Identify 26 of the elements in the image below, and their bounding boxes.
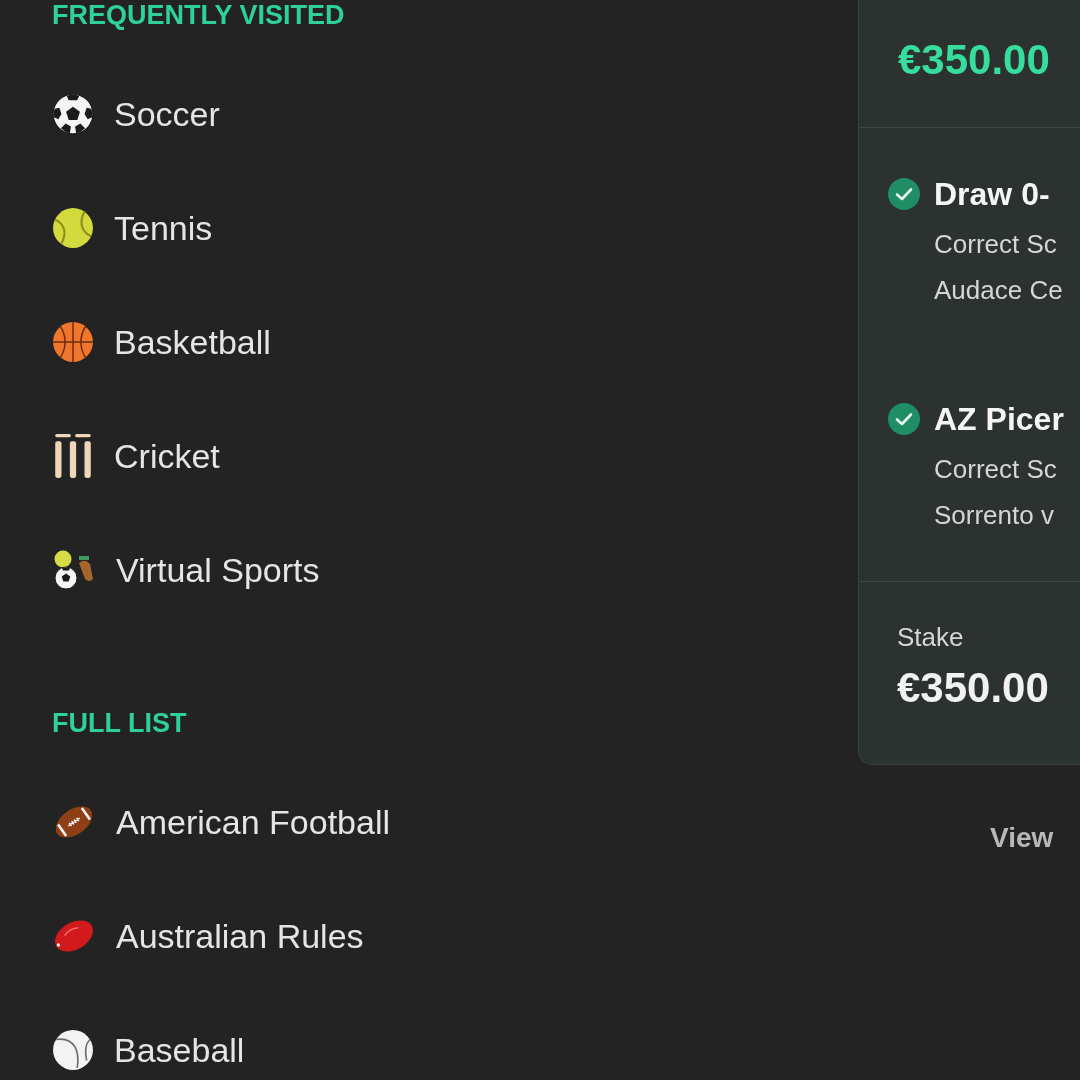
sport-item[interactable]: Virtual Sports <box>52 548 320 592</box>
view-link[interactable]: View <box>990 822 1054 854</box>
market-name: Correct Sc <box>934 228 1057 261</box>
section-heading: FREQUENTLY VISITED <box>52 1 345 29</box>
sport-item[interactable]: American Football <box>52 800 390 844</box>
sport-item[interactable]: Baseball <box>52 1028 245 1072</box>
event-name: Sorrento v <box>934 499 1054 532</box>
sport-item[interactable]: Tennis <box>52 206 213 250</box>
selection-title: AZ Picer <box>934 400 1064 439</box>
section-heading: FULL LIST <box>52 709 187 737</box>
baseball-icon <box>52 1029 94 1071</box>
sport-item[interactable]: Basketball <box>52 320 271 364</box>
sport-item[interactable]: Cricket <box>52 433 220 479</box>
basketball-icon <box>52 321 94 363</box>
tennis-ball-icon <box>52 207 94 249</box>
sport-item[interactable]: Soccer <box>52 92 220 136</box>
event-name: Audace Ce <box>934 274 1063 307</box>
amount: €350.00 <box>898 38 1050 82</box>
stake-label: Stake <box>897 623 964 651</box>
soccer-ball-icon <box>52 93 94 135</box>
sport-item[interactable]: Australian Rules <box>52 914 364 958</box>
stake-amount: €350.00 <box>897 666 1049 710</box>
market-name: Correct Sc <box>934 453 1057 486</box>
sports-balls-icon <box>52 548 96 592</box>
cricket-stumps-icon <box>52 433 94 479</box>
selection-title: Draw 0- <box>934 175 1050 214</box>
